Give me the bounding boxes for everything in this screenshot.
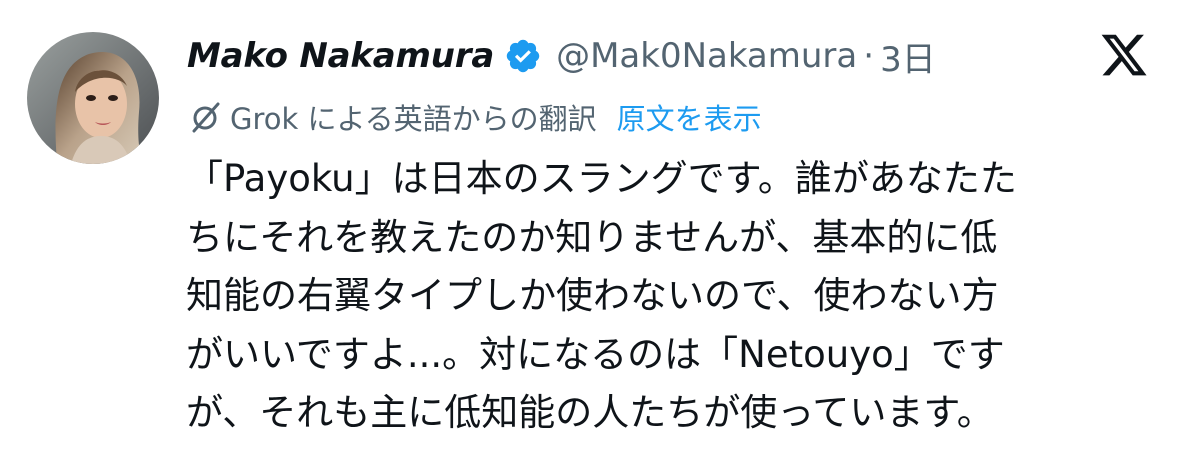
translate-icon: [188, 99, 224, 135]
show-original-link[interactable]: 原文を表示: [617, 96, 762, 138]
tweet-text-line: がいいですよ...。対になるのは「Netouyo」です: [186, 332, 1005, 376]
avatar[interactable]: [27, 32, 159, 164]
post-timestamp[interactable]: 3日: [880, 32, 936, 81]
tweet-text-line: が、それも主に低知能の人たちが使っています。: [186, 391, 994, 434]
separator-dot: ·: [863, 36, 875, 76]
translation-notice: Grok による英語からの翻訳 原文を表示: [188, 94, 762, 140]
x-logo-icon: [1099, 30, 1149, 80]
tweet-text-line: ちにそれを教えたのか知りませんが、基本的に低: [186, 215, 998, 259]
translation-label: Grok による英語からの翻訳: [230, 102, 597, 136]
author-handle[interactable]: @Mak0Nakamura: [556, 36, 857, 76]
tweet-text-line: 「Payoku」は日本のスラングです。誰があなたた: [186, 157, 1017, 200]
tweet-text-line: 知能の右翼タイプしか使わないので、使わない方: [186, 274, 999, 317]
verified-badge-icon: [504, 37, 542, 75]
tweet-text: 「Payoku」は日本のスラングです。誰があなたた ちにそれを教えたのか知りませ…: [186, 150, 1146, 443]
tweet-header: Mako Nakamura @Mak0Nakamura · 3日: [187, 28, 936, 84]
author-display-name[interactable]: Mako Nakamura: [187, 36, 494, 76]
